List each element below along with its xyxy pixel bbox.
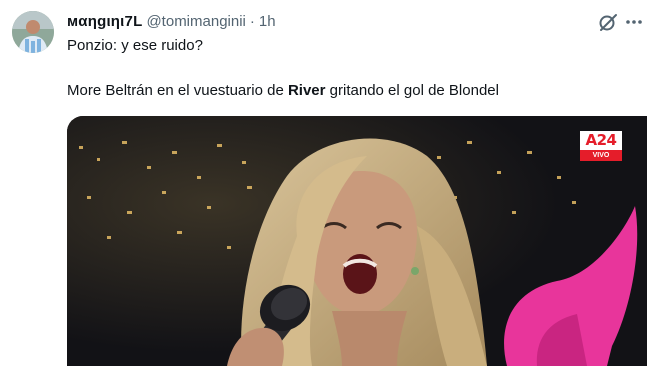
- avatar-image: [12, 11, 54, 53]
- live-label: VIVO: [580, 150, 622, 161]
- grok-icon[interactable]: [597, 11, 619, 33]
- video-frame: [67, 116, 647, 366]
- avatar[interactable]: [12, 11, 54, 53]
- tweet-text-segment: More Beltrán en el vuestuario de: [67, 82, 288, 99]
- tweet-text-bold: River: [287, 82, 326, 99]
- timestamp[interactable]: 1h: [259, 13, 276, 30]
- user-handle[interactable]: @tomimanginii: [146, 13, 245, 30]
- tweet-media[interactable]: A24 VIVO: [67, 116, 647, 366]
- display-name[interactable]: мαηgιηι7L: [67, 13, 142, 30]
- tweet-text-line-1: Ponzio: y ese ruido?: [67, 37, 203, 54]
- separator-dot: ·: [249, 12, 255, 30]
- tweet-text-segment: gritando el gol de Blondel: [325, 82, 499, 99]
- channel-badge: A24 VIVO: [580, 131, 622, 161]
- tweet-text-line-2: More Beltrán en el vuestuario de River g…: [67, 81, 499, 101]
- more-icon[interactable]: [624, 11, 644, 33]
- tweet-header: мαηgιηι7L @tomimanginii · 1h: [67, 11, 276, 31]
- channel-logo: A24: [580, 131, 622, 150]
